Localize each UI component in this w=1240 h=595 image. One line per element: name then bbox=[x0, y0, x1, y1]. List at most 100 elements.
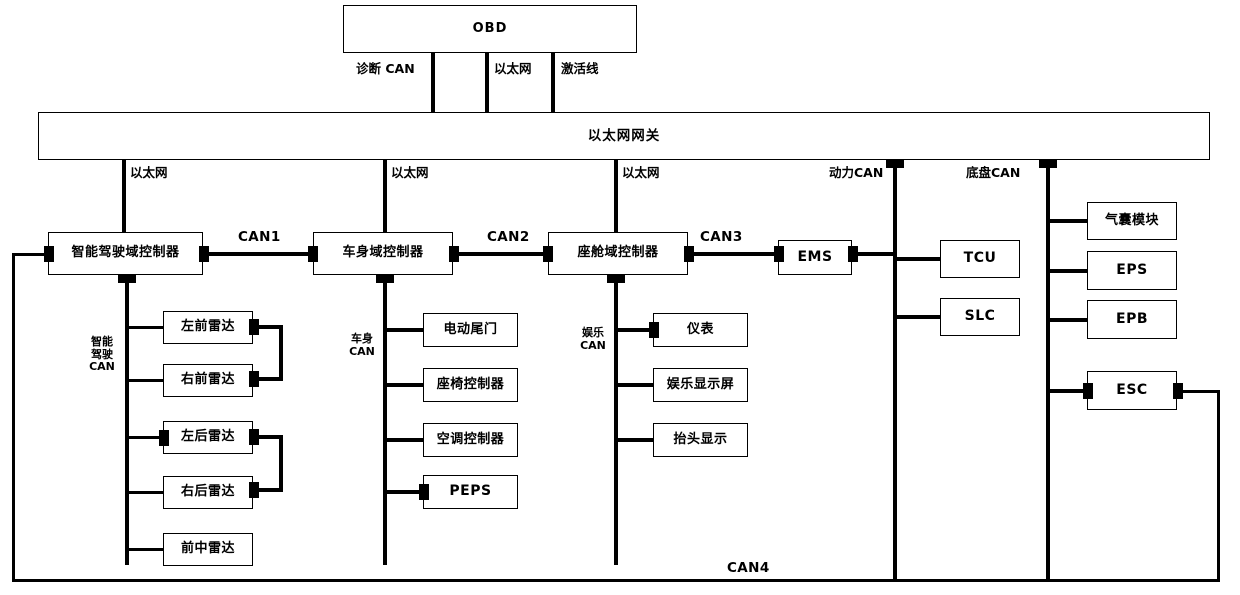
body-domain-controller-label: 车身域控制器 bbox=[342, 245, 424, 261]
adas-domain-controller-node: 智能驾驶域控制器 bbox=[48, 232, 203, 275]
powertrain-can-connector bbox=[886, 159, 904, 168]
epb-stub-wire bbox=[1049, 318, 1091, 322]
can4-right-wire bbox=[1217, 390, 1220, 582]
radar-rear-left-connector bbox=[159, 430, 169, 446]
infotainment-can-label-line2: CAN bbox=[580, 338, 606, 352]
esc-node: ESC bbox=[1087, 371, 1177, 410]
adas-left-connector bbox=[44, 246, 54, 262]
obd-link-activation-label: 激活线 bbox=[561, 61, 599, 76]
radar-front-right-node: 右前雷达 bbox=[163, 364, 253, 397]
radar-rear-left-right-connector bbox=[249, 429, 259, 445]
can1-wire bbox=[203, 252, 315, 256]
gateway-link-ethernet-1-wire bbox=[122, 160, 126, 232]
gateway-link-ethernet-2-label: 以太网 bbox=[391, 165, 429, 180]
cockpit-domain-controller-label: 座舱域控制器 bbox=[577, 245, 659, 261]
can2-label: CAN2 bbox=[487, 229, 530, 245]
tcu-stub-wire bbox=[896, 257, 944, 261]
adas-can-label-line3: CAN bbox=[89, 360, 115, 374]
obd-node: OBD bbox=[343, 5, 637, 53]
eps-stub-wire bbox=[1049, 269, 1091, 273]
ac-controller-stub-wire bbox=[386, 438, 426, 442]
ethernet-gateway-label: 以太网网关 bbox=[587, 127, 661, 144]
body-domain-controller-node: 车身域控制器 bbox=[313, 232, 453, 275]
body-can-label-line1: 车身 bbox=[351, 332, 373, 345]
radar-front-right-right-connector bbox=[249, 371, 259, 387]
infotainment-can-trunk-wire bbox=[614, 275, 618, 565]
power-tailgate-label: 电动尾门 bbox=[443, 321, 498, 337]
can3-wire bbox=[688, 252, 782, 256]
adas-can-label-line1: 智能 bbox=[91, 335, 113, 348]
radar-rear-right-right-connector bbox=[249, 482, 259, 498]
gateway-link-ethernet-3-label: 以太网 bbox=[622, 165, 660, 180]
infotainment-can-label: 娱乐 CAN bbox=[575, 326, 611, 352]
peps-node: PEPS bbox=[423, 475, 518, 509]
can3-connector-left bbox=[684, 246, 694, 262]
can1-connector-right bbox=[308, 246, 318, 262]
radar-rear-left-node: 左后雷达 bbox=[163, 421, 253, 454]
infotainment-display-stub-wire bbox=[617, 383, 657, 387]
power-tailgate-stub-wire bbox=[386, 328, 426, 332]
radar-front-center-label: 前中雷达 bbox=[180, 541, 235, 557]
esc-left-connector bbox=[1083, 383, 1093, 399]
esc-label: ESC bbox=[1116, 381, 1148, 398]
can1-connector-left bbox=[199, 246, 209, 262]
radar-front-left-stub-wire bbox=[128, 326, 166, 329]
eps-label: EPS bbox=[1116, 261, 1148, 278]
esc-right-connector bbox=[1173, 383, 1183, 399]
gateway-link-chassis-can-label: 底盘CAN bbox=[966, 165, 1021, 180]
ethernet-gateway-node: 以太网网关 bbox=[38, 112, 1210, 160]
radar-rear-right-label: 右后雷达 bbox=[180, 484, 235, 500]
peps-label: PEPS bbox=[449, 483, 492, 500]
tcu-node: TCU bbox=[940, 240, 1020, 278]
radar-rear-pair-bottom-wire bbox=[255, 488, 283, 492]
radar-front-right-stub-wire bbox=[128, 379, 166, 382]
radar-rear-right-node: 右后雷达 bbox=[163, 476, 253, 509]
adas-domain-controller-label: 智能驾驶域控制器 bbox=[71, 245, 180, 261]
radar-front-left-right-connector bbox=[249, 319, 259, 335]
can2-connector-left bbox=[449, 246, 459, 262]
instrument-cluster-left-connector bbox=[649, 322, 659, 338]
peps-left-connector bbox=[419, 484, 429, 500]
epb-label: EPB bbox=[1116, 310, 1148, 327]
body-can-label: 车身 CAN bbox=[344, 332, 380, 358]
adas-controller-bottom-connector bbox=[118, 274, 136, 283]
can2-connector-right bbox=[543, 246, 553, 262]
obd-link-ethernet-label: 以太网 bbox=[494, 61, 532, 76]
radar-front-left-node: 左前雷达 bbox=[163, 311, 253, 344]
epb-node: EPB bbox=[1087, 300, 1177, 339]
body-can-trunk-wire bbox=[383, 275, 387, 565]
gateway-link-ethernet-3-wire bbox=[614, 160, 618, 232]
adas-can-label: 智能 驾驶 CAN bbox=[84, 335, 120, 374]
gateway-link-powertrain-can-label: 动力CAN bbox=[829, 165, 884, 180]
slc-stub-wire bbox=[896, 315, 944, 319]
seat-controller-stub-wire bbox=[386, 383, 426, 387]
can3-connector-right bbox=[774, 246, 784, 262]
radar-front-right-label: 右前雷达 bbox=[180, 372, 235, 388]
can1-label: CAN1 bbox=[238, 229, 281, 245]
obd-link-diagnostic-can-label: 诊断 CAN bbox=[356, 61, 415, 76]
ac-controller-label: 空调控制器 bbox=[436, 431, 505, 447]
airbag-module-node: 气囊模块 bbox=[1087, 202, 1177, 240]
cockpit-domain-controller-node: 座舱域控制器 bbox=[548, 232, 688, 275]
radar-front-pair-bottom-wire bbox=[255, 377, 283, 381]
radar-front-pair-vertical-wire bbox=[279, 325, 283, 380]
network-architecture-diagram: OBD 诊断 CAN 以太网 激活线 以太网网关 以太网 以太网 以太网 动力C… bbox=[0, 0, 1240, 595]
infotainment-can-label-line1: 娱乐 bbox=[582, 326, 604, 339]
body-controller-bottom-connector bbox=[376, 274, 394, 283]
ems-node: EMS bbox=[778, 240, 852, 275]
head-up-display-stub-wire bbox=[617, 438, 657, 442]
can2-wire bbox=[453, 252, 551, 256]
ems-to-powertrain-wire bbox=[852, 252, 896, 256]
obd-label: OBD bbox=[472, 20, 508, 36]
head-up-display-node: 抬头显示 bbox=[653, 423, 748, 457]
instrument-cluster-node: 仪表 bbox=[653, 313, 748, 347]
eps-node: EPS bbox=[1087, 251, 1177, 290]
gateway-link-ethernet-1-label: 以太网 bbox=[130, 165, 168, 180]
adas-can-trunk-wire bbox=[125, 275, 129, 565]
obd-link-ethernet-wire bbox=[485, 52, 489, 113]
power-tailgate-node: 电动尾门 bbox=[423, 313, 518, 347]
body-can-label-line2: CAN bbox=[349, 344, 375, 358]
adas-can-label-line2: 驾驶 bbox=[91, 347, 113, 361]
cockpit-controller-bottom-connector bbox=[607, 274, 625, 283]
infotainment-display-node: 娱乐显示屏 bbox=[653, 368, 748, 402]
